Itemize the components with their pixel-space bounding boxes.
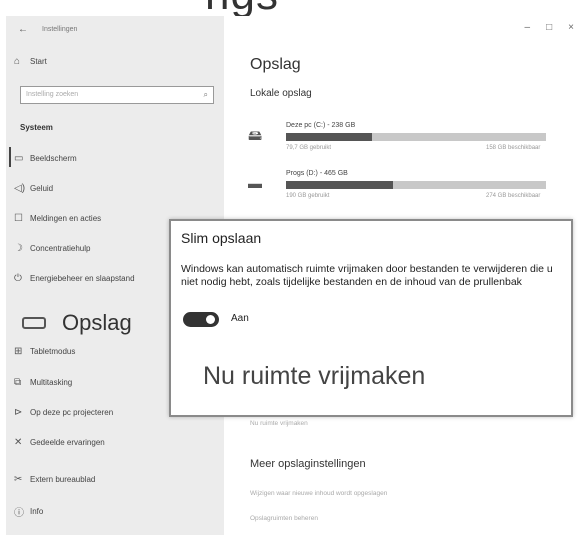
drive-used: 190 GB gebruikt [286,193,330,199]
active-indicator [9,147,11,167]
sidebar-item-meldingen[interactable]: ☐ Meldingen en acties [14,213,101,224]
search-input[interactable]: Instelling zoeken ⌕ [20,86,214,104]
sidebar-item-label: Opslag [62,310,132,335]
back-button[interactable]: ← [18,24,28,35]
banner: ngs [0,0,580,16]
minimize-button[interactable]: – [525,22,531,33]
sidebar-item-label: Concentratiehulp [30,244,91,253]
multitask-icon: ⧉ [14,377,22,388]
sidebar-item-concentratiehulp[interactable]: ☽ Concentratiehulp [14,243,90,254]
dialog-title: Slim opslaan [181,230,262,246]
sidebar-item-tabletmodus[interactable]: ⊞ Tabletmodus [14,346,75,357]
home-icon: ⌂ [14,56,21,67]
toggle-knob [206,315,215,324]
sidebar-item-projecteren[interactable]: ⊳ Op deze pc projecteren [14,407,113,418]
sidebar-item-multitasking[interactable]: ⧉ Multitasking [14,377,72,388]
storage-icon [22,317,46,329]
sidebar-item-label: Info [30,507,44,516]
close-button[interactable]: × [568,22,574,33]
maximize-button[interactable]: □ [546,22,552,33]
notifications-icon: ☐ [14,213,23,224]
search-icon: ⌕ [203,90,208,99]
shared-icon: ✕ [14,437,23,448]
drive-icon: 🖴 [248,127,263,143]
sidebar-item-geluid[interactable]: ◁) Geluid [14,183,53,194]
remote-icon: ✂ [14,474,23,485]
storage-sense-toggle[interactable] [183,312,219,327]
toggle-label: Aan [231,313,249,324]
sidebar-item-extern-bureaublad[interactable]: ✂ Extern bureaublad [14,474,95,485]
free-space-link[interactable]: Nu ruimte vrijmaken [250,420,308,427]
sidebar-item-label: Extern bureaublad [30,475,96,484]
drive-name: Progs (D:) - 465 GB [286,170,348,177]
window-controls: – □ × [525,22,574,33]
sidebar-item-opslag[interactable]: Opslag [22,310,132,336]
storage-sense-dialog: Slim opslaan Windows kan automatisch rui… [169,219,573,417]
drive-free: 274 GB beschikbaar [486,193,541,199]
more-settings-heading: Meer opslaginstellingen [250,458,366,470]
tablet-icon: ⊞ [14,346,23,357]
sidebar-item-label: Multitasking [30,378,73,387]
info-icon: ⓘ [14,508,24,519]
moon-icon: ☽ [14,243,23,254]
change-save-location-link[interactable]: Wijzigen waar nieuwe inhoud wordt opgesl… [250,490,387,497]
drive-free: 158 GB beschikbaar [486,145,541,151]
section-heading: Systeem [20,123,53,132]
free-space-now-button[interactable]: Nu ruimte vrijmaken [203,362,425,391]
page-title: Opslag [250,56,301,73]
usage-bar [286,181,546,189]
sidebar-item-label: Tabletmodus [30,347,76,356]
power-icon: ⏻ [14,273,22,284]
sidebar-item-gedeelde-ervaringen[interactable]: ✕ Gedeelde ervaringen [14,437,105,448]
sidebar-item-label: Op deze pc projecteren [30,408,114,417]
drive-name: Deze pc (C:) - 238 GB [286,122,356,129]
usage-fill [286,133,372,141]
sidebar-item-label: Meldingen en acties [30,214,102,223]
drive-icon: ▬ [248,175,262,191]
banner-text: ngs [205,0,279,16]
display-icon: ▭ [14,153,24,164]
usage-bar [286,133,546,141]
sound-icon: ◁) [14,183,26,194]
search-placeholder: Instelling zoeken [26,91,79,98]
drive-used: 79,7 GB gebruikt [286,145,332,151]
usage-fill [286,181,393,189]
app-title: Instellingen [42,26,78,33]
sidebar-item-beeldscherm[interactable]: ▭ Beeldscherm [14,153,77,164]
project-icon: ⊳ [14,407,23,418]
dialog-description: Windows kan automatisch ruimte vrijmaken… [181,263,553,288]
local-storage-heading: Lokale opslag [250,88,312,99]
sidebar-item-label: Energiebeheer en slaapstand [30,274,135,283]
sidebar-item-label: Geluid [30,184,54,193]
manage-storage-spaces-link[interactable]: Opslagruimten beheren [250,515,318,522]
sidebar-item-info[interactable]: ⓘ Info [14,504,43,519]
sidebar-item-energiebeheer[interactable]: ⏻ Energiebeheer en slaapstand [14,273,135,284]
sidebar-item-label: Gedeelde ervaringen [30,438,105,447]
sidebar-item-label: Start [30,57,47,66]
sidebar-item-label: Beeldscherm [30,154,77,163]
sidebar-item-start[interactable]: ⌂ Start [14,56,47,67]
